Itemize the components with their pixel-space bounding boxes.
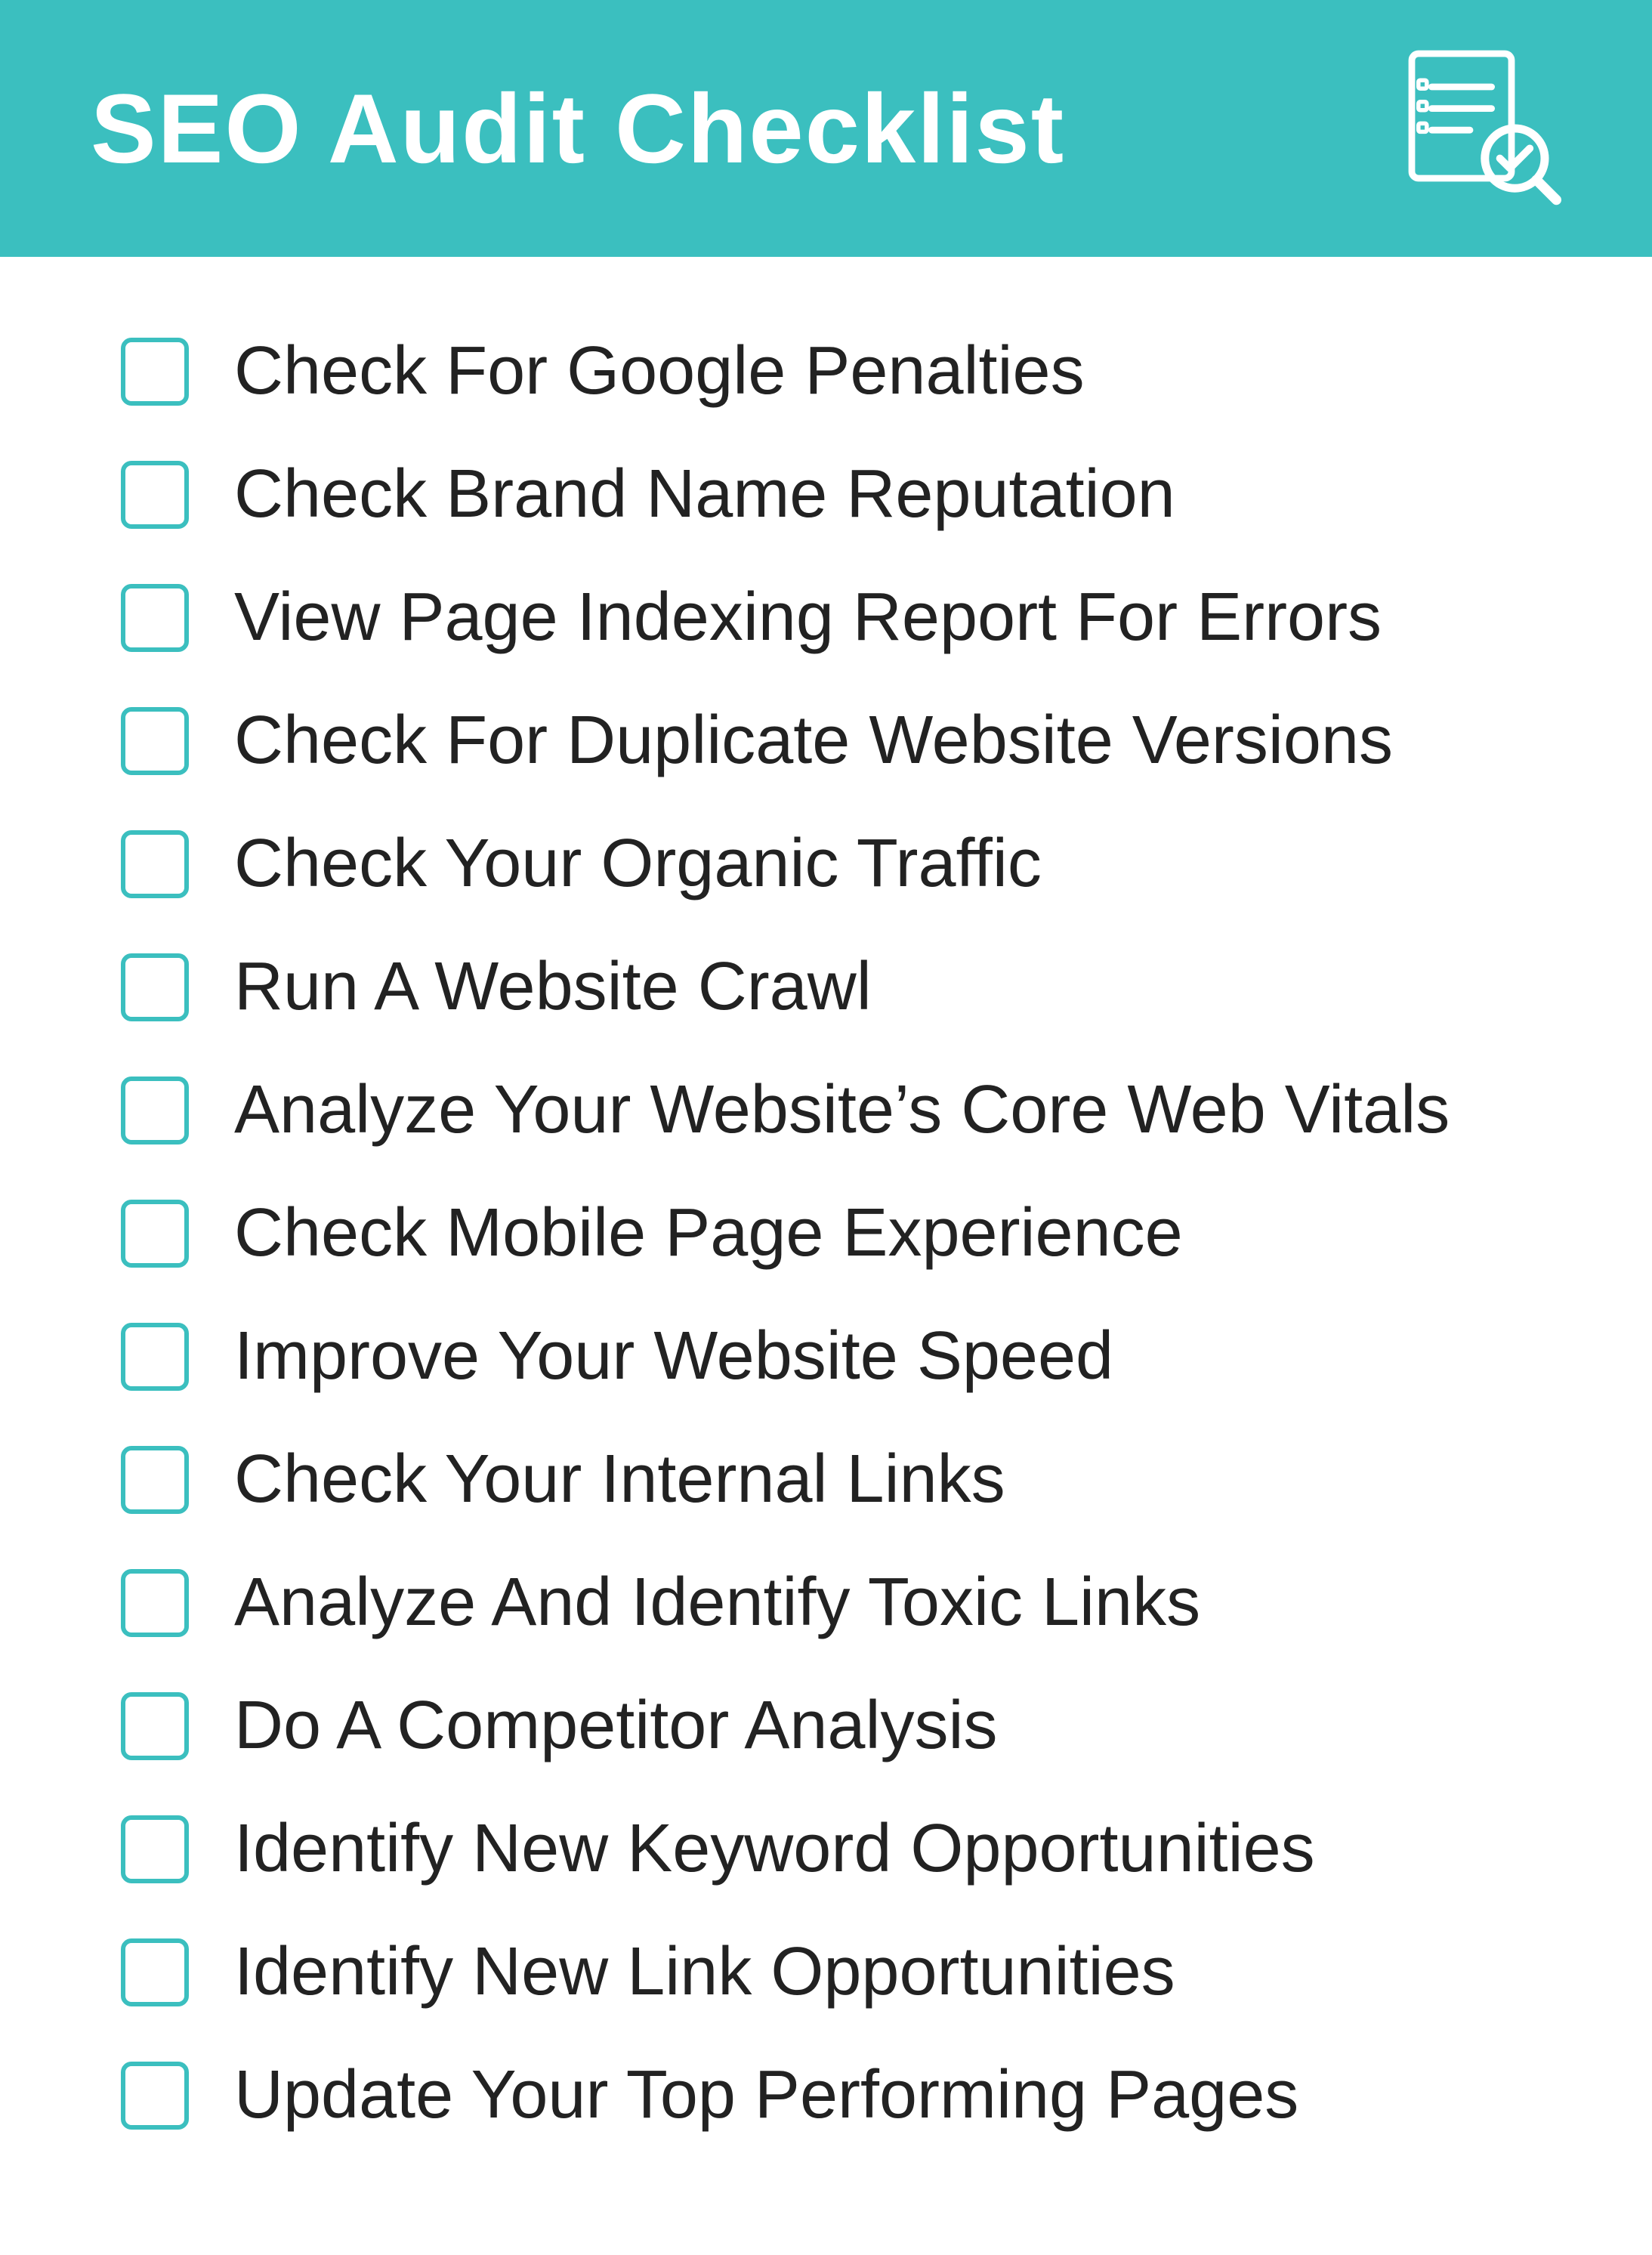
checkbox-item-1[interactable] [121, 338, 189, 406]
list-item: Do A Competitor Analysis [121, 1687, 1531, 1765]
checkbox-item-4[interactable] [121, 707, 189, 775]
item-label-6: Run A Website Crawl [234, 948, 872, 1026]
checkbox-item-13[interactable] [121, 1815, 189, 1883]
checkbox-item-14[interactable] [121, 1938, 189, 2006]
item-label-8: Check Mobile Page Experience [234, 1194, 1183, 1272]
list-item: Check Your Organic Traffic [121, 825, 1531, 903]
list-item: Improve Your Website Speed [121, 1317, 1531, 1395]
checkbox-item-9[interactable] [121, 1323, 189, 1391]
checklist-container: Check For Google Penalties Check Brand Na… [0, 257, 1652, 2255]
checklist-icon [1395, 45, 1561, 212]
checkbox-item-3[interactable] [121, 584, 189, 652]
item-label-7: Analyze Your Website’s Core Web Vitals [234, 1071, 1450, 1149]
checkbox-item-5[interactable] [121, 830, 189, 898]
checkbox-item-11[interactable] [121, 1569, 189, 1637]
list-item: Analyze And Identify Toxic Links [121, 1564, 1531, 1642]
item-label-10: Check Your Internal Links [234, 1441, 1005, 1518]
list-item: Check For Duplicate Website Versions [121, 702, 1531, 780]
item-label-3: View Page Indexing Report For Errors [234, 579, 1382, 656]
list-item: Check For Google Penalties [121, 332, 1531, 410]
item-label-15: Update Your Top Performing Pages [234, 2056, 1298, 2134]
checkbox-item-2[interactable] [121, 461, 189, 529]
list-item: Identify New Keyword Opportunities [121, 1810, 1531, 1888]
item-label-4: Check For Duplicate Website Versions [234, 702, 1393, 780]
item-label-9: Improve Your Website Speed [234, 1317, 1113, 1395]
checkbox-item-7[interactable] [121, 1077, 189, 1144]
item-label-12: Do A Competitor Analysis [234, 1687, 997, 1765]
item-label-14: Identify New Link Opportunities [234, 1933, 1175, 2011]
checkbox-item-12[interactable] [121, 1692, 189, 1760]
list-item: Identify New Link Opportunities [121, 1933, 1531, 2011]
item-label-1: Check For Google Penalties [234, 332, 1085, 410]
list-item: Check Mobile Page Experience [121, 1194, 1531, 1272]
list-item: Check Your Internal Links [121, 1441, 1531, 1518]
page-title: SEO Audit Checklist [91, 72, 1065, 185]
checkbox-item-10[interactable] [121, 1446, 189, 1514]
item-label-2: Check Brand Name Reputation [234, 456, 1175, 533]
item-label-5: Check Your Organic Traffic [234, 825, 1042, 903]
item-label-11: Analyze And Identify Toxic Links [234, 1564, 1200, 1642]
list-item: Update Your Top Performing Pages [121, 2056, 1531, 2134]
checkbox-item-8[interactable] [121, 1200, 189, 1268]
list-item: Check Brand Name Reputation [121, 456, 1531, 533]
list-item: Run A Website Crawl [121, 948, 1531, 1026]
list-item: Analyze Your Website’s Core Web Vitals [121, 1071, 1531, 1149]
list-item: View Page Indexing Report For Errors [121, 579, 1531, 656]
checkbox-item-6[interactable] [121, 953, 189, 1021]
page-header: SEO Audit Checklist [0, 0, 1652, 257]
checkbox-item-15[interactable] [121, 2062, 189, 2130]
item-label-13: Identify New Keyword Opportunities [234, 1810, 1315, 1888]
